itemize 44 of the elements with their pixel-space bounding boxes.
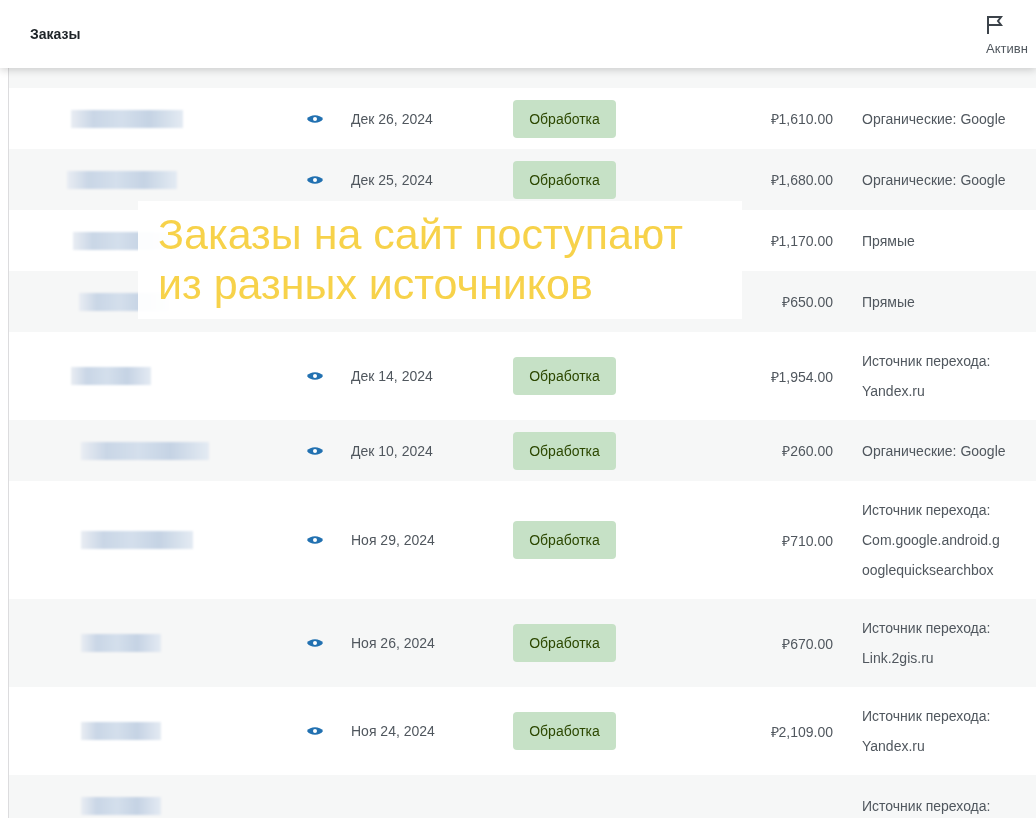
status-badge: Обработка [513,431,616,470]
page-title: Заказы [30,26,81,42]
eye-icon[interactable] [307,371,323,381]
eye-icon[interactable] [307,638,323,648]
status-badge: Обработка [513,712,616,750]
order-total: ₽1,954.00 [769,367,833,386]
order-source: Прямые [862,292,916,312]
order-total: ₽650.00 [781,293,833,311]
eye-icon[interactable] [307,535,323,545]
order-source: Источник перехода: [862,796,992,816]
eye-icon[interactable] [307,726,323,736]
order-date: Ноя 26, 2024 [351,635,436,651]
order-source: Источник перехода: Com.google.android.googlequicksearchbox [862,501,1001,580]
status-badge: Обработка [513,160,616,199]
order-total: ₽710.00 [781,531,833,550]
eye-icon[interactable] [307,445,323,456]
order-total: ₽1,680.00 [769,171,833,189]
order-date: Ноя 24, 2024 [351,723,436,739]
caption-overlay: Заказы на сайт поступают из разных источников [138,201,742,319]
order-source: Органические: Google [862,170,1006,190]
order-source: Органические: Google [862,109,1006,129]
order-total: ₽670.00 [781,634,833,653]
order-date: Дек 10, 2024 [351,442,434,459]
order-date: Ноя 29, 2024 [351,532,436,548]
eye-icon[interactable] [307,174,323,185]
order-total: ₽2,109.00 [769,722,833,741]
activity-label[interactable]: Активн [986,40,1028,56]
status-badge: Обработка [513,357,616,395]
order-total: ₽1,610.00 [769,110,833,128]
status-badge: Обработка [513,624,616,662]
order-source: Прямые [862,231,916,251]
flag-icon[interactable] [986,14,1004,35]
eye-icon[interactable] [307,113,323,124]
order-source: Источник перехода: Yandex.ru [862,707,992,756]
order-source: Источник перехода: Yandex.ru [862,352,992,401]
order-total: ₽1,170.00 [769,232,833,250]
order-source: Источник перехода: Link.2gis.ru [862,619,992,668]
order-date: Дек 25, 2024 [351,171,434,188]
status-badge: Обработка [513,99,616,138]
order-total: ₽260.00 [781,442,833,460]
order-source: Органические: Google [862,441,1006,461]
status-badge: Обработка [513,521,616,559]
order-date: Дек 26, 2024 [351,110,434,127]
order-date: Дек 14, 2024 [351,368,434,384]
